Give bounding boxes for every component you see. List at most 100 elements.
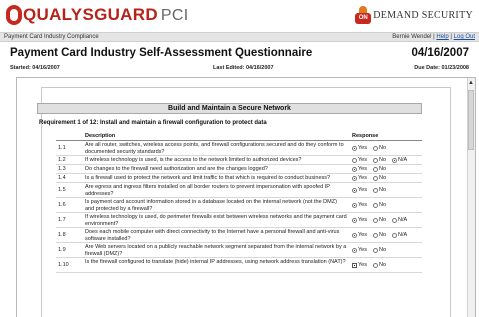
response-yes-option[interactable]: Yes [352, 202, 367, 208]
response-no-option[interactable]: No [372, 232, 387, 238]
response-yes-option[interactable]: Yes [352, 262, 367, 268]
brand-badge: ON [355, 13, 372, 24]
app-header: QUALYSGUARD PCI ON DEMAND SECURITY [0, 0, 479, 32]
last-edited-date: Last Edited: 04/16/2007 [213, 65, 274, 71]
brand-text: DEMAND SECURITY [373, 9, 473, 21]
separator: | [433, 34, 435, 40]
response-no-option[interactable]: No [372, 247, 387, 253]
response-yes-option[interactable]: Yes [352, 187, 367, 193]
checkbox-yes[interactable] [352, 262, 357, 268]
radio-yes[interactable] [352, 145, 357, 151]
user-name: Bernie Wendel [392, 34, 432, 40]
response-no-option[interactable]: No [372, 262, 387, 268]
radio-no[interactable] [372, 175, 378, 181]
response-no-option[interactable]: No [372, 145, 386, 151]
response-label: No [378, 166, 387, 172]
radio-no[interactable] [372, 202, 378, 208]
response-label: Yes [358, 166, 367, 172]
logo-secondary: PCI [160, 7, 189, 24]
question-number: 1.10 [58, 262, 69, 268]
ondemand-security-brand: ON DEMAND SECURITY [355, 6, 473, 24]
radio-na[interactable] [392, 232, 398, 238]
question-text: Are all router, switches, wireless acces… [85, 142, 344, 155]
response-no-option[interactable]: No [372, 175, 386, 181]
top-subbar: Payment Card Industry Compliance Bernie … [0, 32, 479, 42]
requirement-heading: Requirement 1 of 12: Install and maintai… [39, 120, 267, 126]
question-row: 1.4 Is a firewall used to protect the net… [56, 174, 422, 183]
response-na-option[interactable]: N/A [392, 232, 407, 238]
radio-yes[interactable] [352, 202, 357, 208]
response-label: No [378, 232, 387, 238]
description-column-header: Description [85, 133, 116, 139]
due-date: Due Date: 01/23/2008 [414, 65, 469, 71]
question-row: 1.8 Does each mobile computer with direct… [56, 228, 422, 243]
response-options: Yes No [352, 175, 386, 181]
response-yes-option[interactable]: Yes [352, 247, 367, 253]
question-row: 1.7 If wireless technology is used, do pe… [56, 213, 422, 228]
question-text: Do changes to the firewall need authoriz… [85, 166, 268, 172]
radio-yes[interactable] [352, 175, 357, 181]
response-na-option[interactable]: N/A [392, 217, 407, 223]
radio-na[interactable] [392, 217, 398, 223]
radio-yes[interactable] [352, 217, 357, 223]
radio-no[interactable] [372, 217, 378, 223]
scroll-thumb[interactable] [468, 90, 474, 150]
question-row: 1.2 If wireless technology is used, is th… [56, 156, 422, 165]
logout-link[interactable]: Log Out [454, 34, 475, 40]
question-row: 1.5 Are egress and ingress filters instal… [56, 183, 422, 198]
radio-yes[interactable] [352, 232, 357, 238]
response-yes-option[interactable]: Yes [352, 145, 367, 151]
question-text: Does each mobile computer with direct co… [85, 229, 340, 242]
response-yes-option[interactable]: Yes [352, 166, 367, 172]
logo-primary: QUALYSGUARD [23, 5, 158, 24]
radio-no[interactable] [372, 157, 378, 163]
radio-yes[interactable] [352, 157, 357, 163]
radio-no[interactable] [372, 232, 378, 238]
response-options: Yes No [352, 247, 386, 253]
question-number: 1.3 [58, 166, 66, 172]
question-number: 1.4 [58, 175, 66, 181]
response-label: Yes [358, 187, 367, 193]
response-no-option[interactable]: No [372, 217, 386, 223]
app-logo[interactable]: QUALYSGUARD PCI [23, 5, 189, 25]
response-no-option[interactable]: No [372, 202, 387, 208]
question-row: 1.3 Do changes to the firewall need autho… [56, 165, 422, 174]
radio-yes[interactable] [352, 187, 357, 193]
response-na-option[interactable]: N/A [392, 157, 407, 163]
radio-no[interactable] [372, 145, 378, 151]
response-label: No [378, 202, 387, 208]
response-label: No [378, 262, 387, 268]
radio-no[interactable] [372, 262, 378, 268]
question-number: 1.6 [58, 202, 66, 208]
question-text: Is a firewall used to protect the networ… [85, 175, 331, 181]
scroll-up-icon[interactable]: ▲ [468, 80, 474, 86]
page-title: Payment Card Industry Self-Assessment Qu… [10, 47, 313, 59]
response-yes-option[interactable]: Yes [352, 157, 367, 163]
started-date: Started: 04/16/2007 [10, 65, 60, 71]
section-name: Payment Card Industry Compliance [4, 34, 99, 40]
radio-yes[interactable] [352, 247, 357, 253]
response-label: Yes [358, 175, 367, 181]
radio-na[interactable] [392, 157, 398, 163]
question-text: Are egress and ingress filters installed… [85, 184, 330, 197]
question-number: 1.5 [58, 187, 66, 193]
response-yes-option[interactable]: Yes [352, 232, 367, 238]
question-number: 1.8 [58, 232, 66, 238]
response-yes-option[interactable]: Yes [352, 217, 367, 223]
radio-yes[interactable] [352, 166, 357, 172]
response-label: No [378, 187, 387, 193]
response-no-option[interactable]: No [372, 166, 387, 172]
question-text: Is payment card account information stor… [85, 199, 337, 212]
user-links: Bernie Wendel | Help | Log Out [392, 33, 475, 41]
response-yes-option[interactable]: Yes [352, 175, 367, 181]
response-no-option[interactable]: No [372, 187, 387, 193]
radio-no[interactable] [372, 247, 378, 253]
ondemand-logo-icon: ON [355, 6, 372, 24]
question-text: Are Web servers located on a publicly re… [85, 244, 347, 257]
response-no-option[interactable]: No [372, 157, 386, 163]
help-link[interactable]: Help [436, 34, 448, 40]
radio-no[interactable] [372, 166, 378, 172]
radio-no[interactable] [372, 187, 378, 193]
response-label: No [378, 247, 387, 253]
vertical-scrollbar[interactable]: ▲ [467, 78, 475, 317]
